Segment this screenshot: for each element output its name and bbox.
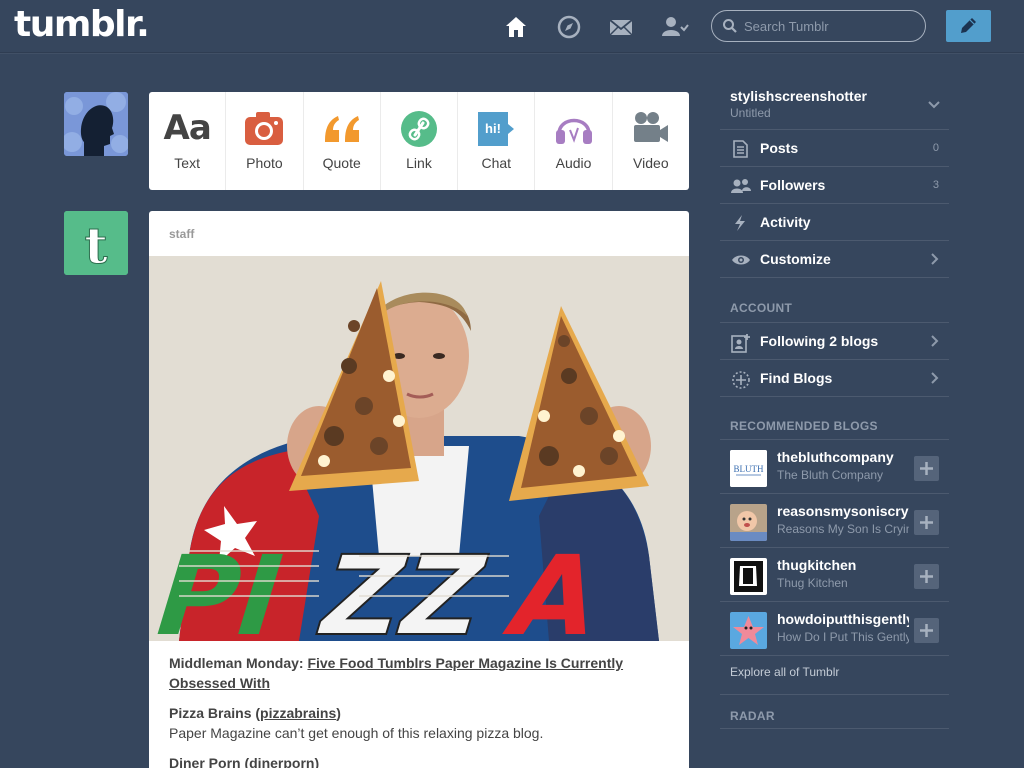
recommended-blog-item[interactable]: BLUTH thebluthcompany The Bluth Company [720,439,949,493]
plus-icon [920,462,933,475]
radar-section-title: RADAR [730,709,775,723]
recommended-blog-item[interactable]: howdoiputthisgently How Do I Put This Ge… [720,601,949,655]
pizzabrains-link[interactable]: pizzabrains [260,705,336,721]
tumblr-logo[interactable]: tumblr. [14,4,150,45]
plus-icon [920,624,933,637]
search-box[interactable] [711,10,926,42]
follow-plus-button[interactable] [914,564,939,589]
compose-post-button[interactable] [946,10,991,42]
user-avatar[interactable] [64,92,128,156]
svg-text:ZZ: ZZ [313,533,491,641]
home-icon[interactable] [503,14,529,40]
post-photo[interactable]: PI ZZ A [149,256,689,641]
blog-thumbnail [730,558,767,595]
svg-text:t: t [84,216,107,275]
post-type-chat-button[interactable]: hi! Chat [458,92,536,190]
blog-thumbnail [730,612,767,649]
post-type-link-button[interactable]: Link [381,92,459,190]
svg-text:BLUTH: BLUTH [734,464,764,474]
find-blogs-icon [732,371,750,389]
plus-icon [920,570,933,583]
post-type-text-button[interactable]: Aa Text [149,92,227,190]
post-type-photo-button[interactable]: Photo [226,92,304,190]
search-input[interactable] [744,16,914,36]
post-item-pizza-brains: Pizza Brains (pizzabrains) Paper Magazin… [169,705,544,741]
follow-plus-button[interactable] [914,510,939,535]
followers-count: 3 [932,179,939,191]
posts-icon [733,140,748,158]
post-type-bar: Aa Text Photo Quote Link hi! Chat Audio … [149,92,689,190]
svg-text:hi!: hi! [485,121,501,136]
follow-plus-button[interactable] [914,618,939,643]
following-icon [731,334,750,353]
staff-avatar[interactable]: t [64,211,128,275]
sidebar-item-followers[interactable]: Followers 3 [720,166,949,203]
post-type-audio-button[interactable]: Audio [535,92,613,190]
plus-icon [920,516,933,529]
lightning-icon [735,215,745,231]
account-section-divider [720,277,949,322]
recommended-section-title: RECOMMENDED BLOGS [730,419,878,433]
blog-subtitle: Untitled [730,106,771,120]
svg-text:PI: PI [152,533,287,641]
eye-icon [732,255,750,265]
recommended-blog-item[interactable]: thugkitchen Thug Kitchen [720,547,949,601]
post-body: Middleman Monday: Five Food Tumblrs Pape… [169,653,669,768]
radar-bottom-divider [720,728,949,765]
search-icon [723,19,737,33]
recommended-blog-item[interactable]: reasonsmysoniscrying Reasons My Son Is C… [720,493,949,547]
account-section-title: ACCOUNT [730,301,793,315]
blog-thumbnail [730,504,767,541]
post-item-diner-porn: Diner Porn (dinerporn) [169,753,669,768]
dinerporn-link[interactable]: dinerporn [249,755,314,768]
sidebar-item-customize[interactable]: Customize [720,240,949,277]
post-heading: Middleman Monday: Five Food Tumblrs Pape… [169,655,624,691]
pencil-icon [961,18,976,33]
blog-name: stylishscreenshotter [730,88,867,104]
link-icon [400,111,437,147]
sidebar-item-following[interactable]: Following 2 blogs [720,322,949,359]
camera-icon [245,112,284,145]
top-header: tumblr. [0,0,1024,53]
explore-all-link[interactable]: Explore all of Tumblr [730,665,839,679]
chevron-right-icon [931,253,939,265]
inbox-mail-icon[interactable] [608,14,634,40]
headphones-icon [555,118,592,144]
video-camera-icon [633,112,668,142]
quote-icon [324,116,359,142]
text-icon: Aa [163,108,212,148]
followers-icon [731,179,751,193]
blog-thumbnail: BLUTH [730,450,767,487]
explore-compass-icon[interactable] [556,14,582,40]
post-type-quote-button[interactable]: Quote [304,92,381,190]
follow-plus-button[interactable] [914,456,939,481]
sidebar-item-activity[interactable]: Activity [720,203,949,240]
dashboard-post: staff PI ZZ A Middleman Monday: Five Foo… [149,211,689,768]
post-type-video-button[interactable]: Video [613,92,689,190]
account-user-icon[interactable] [661,14,689,40]
chat-icon: hi! [478,112,515,146]
chevron-down-icon [928,101,940,109]
chevron-right-icon [931,335,939,347]
chevron-right-icon [931,372,939,384]
sidebar-item-posts[interactable]: Posts 0 [720,129,949,166]
blog-switcher[interactable]: stylishscreenshotter Untitled [720,85,949,129]
sidebar-item-find-blogs[interactable]: Find Blogs [720,359,949,396]
posts-count: 0 [932,142,939,154]
post-author[interactable]: staff [169,227,194,241]
